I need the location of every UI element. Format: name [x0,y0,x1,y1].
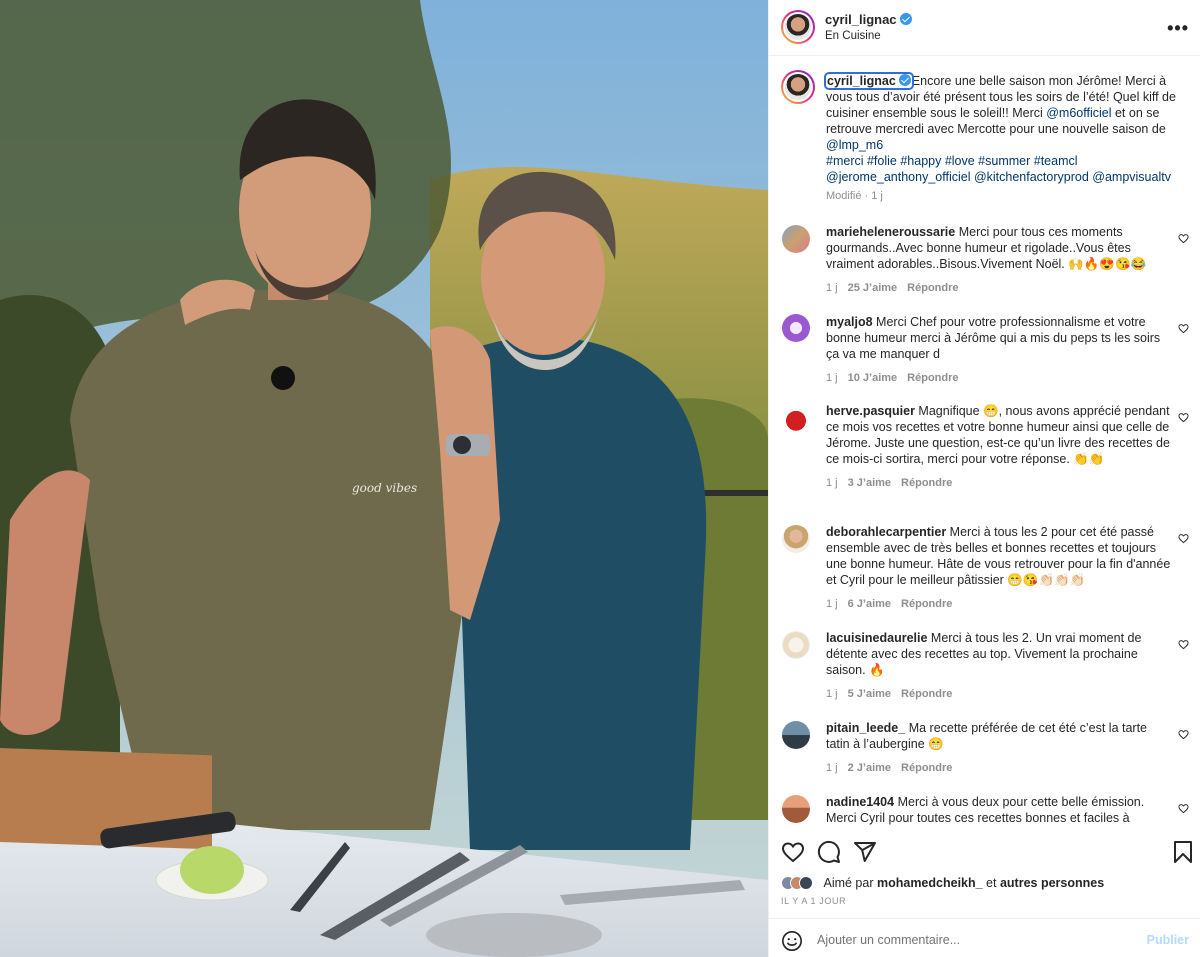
comment-time[interactable]: 1 j [826,372,838,384]
comment-username[interactable]: pitain_leede_ [826,721,905,735]
caption-avatar[interactable] [781,70,815,104]
comment-username[interactable]: marieheleneroussarie [826,225,955,239]
comment-meta: 1 j 5 J’aime Répondre [826,686,1171,702]
comment-avatar[interactable] [782,404,810,432]
comment-avatar[interactable] [782,225,810,253]
reply-button[interactable]: Répondre [901,762,952,774]
comment-item: myaljo8 Merci Chef pour votre profession… [826,314,1171,386]
comment-time[interactable]: 1 j [826,598,838,610]
likes-summary[interactable]: Aimé par mohamedcheikh_ et autres person… [781,876,1104,890]
save-bookmark-icon[interactable] [1173,840,1193,864]
comment-bubble-icon[interactable] [817,840,841,864]
add-comment-bar: Ajouter un commentaire... Publier [769,918,1200,957]
lapel-mic [271,366,295,390]
caption-username-text[interactable]: cyril_lignac [827,74,896,88]
like-comment-heart-icon[interactable] [1178,533,1189,544]
railing [700,490,768,496]
comment-avatar[interactable] [782,721,810,749]
reply-button[interactable]: Répondre [901,598,952,610]
mention-m6officiel[interactable]: @m6officiel [1046,106,1111,120]
comment-username[interactable]: lacuisinedaurelie [826,631,927,645]
caption-mentions[interactable]: @jerome_anthony_officiel @kitchenfactory… [826,169,1189,185]
watch-face [453,436,471,454]
post-time[interactable]: IL Y A 1 JOUR [781,896,846,906]
caption-meta: Modifié · 1 j [826,190,883,202]
comment-username[interactable]: nadine1404 [826,795,894,809]
likes-text: Aimé par mohamedcheikh_ et autres person… [823,876,1104,890]
comment-meta: 1 j 6 J’aime Répondre [826,596,1171,612]
comment-likes[interactable]: 2 J’aime [848,762,891,774]
comment-item: marieheleneroussarie Merci pour tous ces… [826,224,1171,296]
comments-list[interactable]: cyril_lignac Encore une belle saison mon … [769,57,1200,827]
comment-input[interactable]: Ajouter un commentaire... [817,933,960,947]
likes-prefix: Aimé par [823,876,877,890]
comment-likes[interactable]: 5 J’aime [848,688,891,700]
comment-avatar[interactable] [782,314,810,342]
like-comment-heart-icon[interactable] [1178,729,1189,740]
comment-text: Merci Chef pour votre professionnalisme … [826,315,1161,361]
comment-avatar[interactable] [782,631,810,659]
reply-button[interactable]: Répondre [907,282,958,294]
comment-likes[interactable]: 10 J’aime [848,372,898,384]
verified-badge-icon [898,74,911,86]
publish-button[interactable]: Publier [1147,933,1189,947]
like-comment-heart-icon[interactable] [1178,639,1189,650]
post-side-panel: cyril_lignac En Cuisine ••• cyril_lignac… [768,0,1200,957]
author-username[interactable]: cyril_lignac [825,12,912,27]
comment-meta: 1 j 25 J’aime Répondre [826,280,1171,296]
comment-time[interactable]: 1 j [826,688,838,700]
comment-item: lacuisinedaurelie Merci à tous les 2. Un… [826,630,1171,702]
caption-username[interactable]: cyril_lignac [824,72,914,90]
reply-button[interactable]: Répondre [907,372,958,384]
comment-avatar[interactable] [782,525,810,553]
comment-item: deborahlecarpentier Merci à tous les 2 p… [826,524,1171,612]
mention-lmp-m6[interactable]: @lmp_m6 [826,138,883,152]
like-comment-heart-icon[interactable] [1178,233,1189,244]
comment-meta: 1 j 2 J’aime Répondre [826,760,1171,776]
post-header: cyril_lignac En Cuisine ••• [769,0,1200,56]
liker-avatar [799,876,813,890]
comment-item: herve.pasquier Magnifique 😁, nous avons … [826,403,1171,491]
shirt-text: good vibes [352,481,417,495]
right-person-shirt [460,336,707,850]
comment-likes[interactable]: 3 J’aime [848,477,891,489]
likes-others[interactable]: autres personnes [1000,876,1104,890]
bowl [426,913,602,957]
comment-meta: 1 j 3 J’aime Répondre [826,475,1171,491]
comment-username[interactable]: myaljo8 [826,315,873,329]
apple [180,846,244,894]
post-actions [769,836,1200,880]
verified-badge-icon [899,13,912,25]
comment-time[interactable]: 1 j [826,762,838,774]
like-comment-heart-icon[interactable] [1178,412,1189,423]
comment-time[interactable]: 1 j [826,477,838,489]
comment-time[interactable]: 1 j [826,282,838,294]
author-username-text[interactable]: cyril_lignac [825,12,897,27]
reply-button[interactable]: Répondre [901,477,952,489]
post-location[interactable]: En Cuisine [825,30,881,42]
comment-likes[interactable]: 6 J’aime [848,598,891,610]
post-photo[interactable]: good vibes [0,0,768,957]
author-avatar[interactable] [781,10,815,44]
comment-item: nadine1404 Merci à vous deux pour cette … [826,794,1171,826]
comment-avatar[interactable] [782,795,810,823]
share-paper-plane-icon[interactable] [853,840,877,864]
like-comment-heart-icon[interactable] [1178,803,1189,814]
likes-mid: et [982,876,1000,890]
reply-button[interactable]: Répondre [901,688,952,700]
emoji-smiley-icon[interactable] [781,930,803,952]
comment-meta: 1 j 10 J’aime Répondre [826,370,1171,386]
like-comment-heart-icon[interactable] [1178,323,1189,334]
more-options-button[interactable]: ••• [1167,18,1189,39]
caption-hashtags[interactable]: #merci #folie #happy #love #summer #team… [826,153,1189,169]
comment-username[interactable]: deborahlecarpentier [826,525,946,539]
likes-user[interactable]: mohamedcheikh_ [877,876,983,890]
comment-likes[interactable]: 25 J’aime [848,282,898,294]
comment-username[interactable]: herve.pasquier [826,404,915,418]
comment-item: pitain_leede_ Ma recette préférée de cet… [826,720,1171,776]
like-heart-icon[interactable] [781,840,805,864]
post-caption: cyril_lignac Encore une belle saison mon … [824,72,1189,204]
